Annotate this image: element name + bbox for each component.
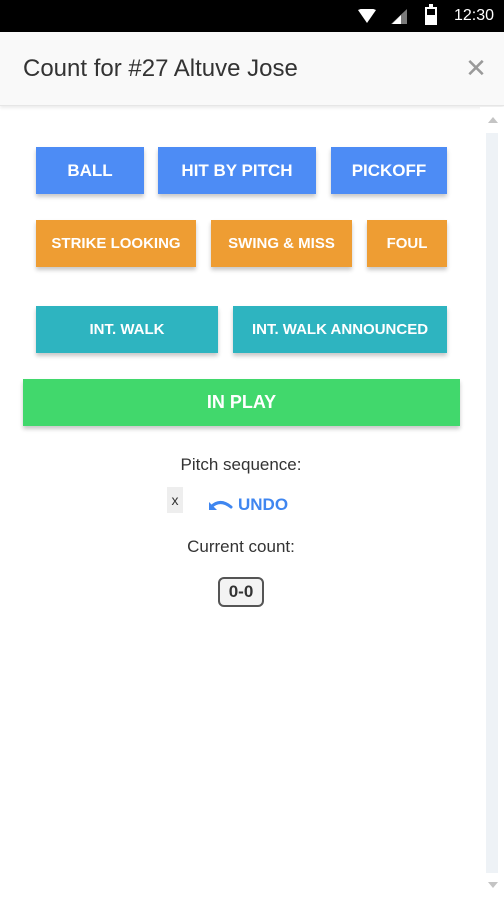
clock: 12:30 bbox=[453, 7, 494, 24]
current-count-badge: 0-0 bbox=[218, 577, 264, 607]
pitch-sequence-item: x bbox=[167, 487, 183, 513]
scroll-down-arrow-icon[interactable] bbox=[488, 882, 498, 888]
undo-icon bbox=[209, 501, 233, 510]
int-walk-announced-button[interactable]: INT. WALK ANNOUNCED bbox=[233, 306, 447, 353]
battery-icon bbox=[425, 4, 437, 25]
scrollbar-thumb[interactable] bbox=[486, 133, 498, 873]
pitch-sequence-label: Pitch sequence: bbox=[180, 455, 302, 474]
ball-button[interactable]: BALL bbox=[36, 147, 144, 194]
in-play-button[interactable]: IN PLAY bbox=[23, 379, 460, 426]
dialog-title: Count for #27 Altuve Jose bbox=[23, 55, 298, 82]
current-count-label: Current count: bbox=[187, 537, 295, 556]
close-icon[interactable]: ✕ bbox=[462, 54, 490, 82]
strike-looking-button[interactable]: STRIKE LOOKING bbox=[36, 220, 196, 267]
foul-button[interactable]: FOUL bbox=[367, 220, 447, 267]
swing-and-miss-button[interactable]: SWING & MISS bbox=[211, 220, 352, 267]
undo-button[interactable]: UNDO bbox=[208, 494, 288, 516]
undo-label: UNDO bbox=[238, 495, 289, 514]
scroll-up-arrow-icon[interactable] bbox=[488, 117, 498, 123]
pickoff-button[interactable]: PICKOFF bbox=[331, 147, 447, 194]
wifi-icon bbox=[358, 9, 376, 23]
status-bar: 12:30 bbox=[0, 0, 504, 32]
scrollbar[interactable] bbox=[480, 107, 504, 900]
signal-icon bbox=[391, 9, 407, 24]
hit-by-pitch-button[interactable]: HIT BY PITCH bbox=[158, 147, 316, 194]
dialog-header: Count for #27 Altuve Jose ✕ bbox=[0, 32, 504, 106]
int-walk-button[interactable]: INT. WALK bbox=[36, 306, 218, 353]
